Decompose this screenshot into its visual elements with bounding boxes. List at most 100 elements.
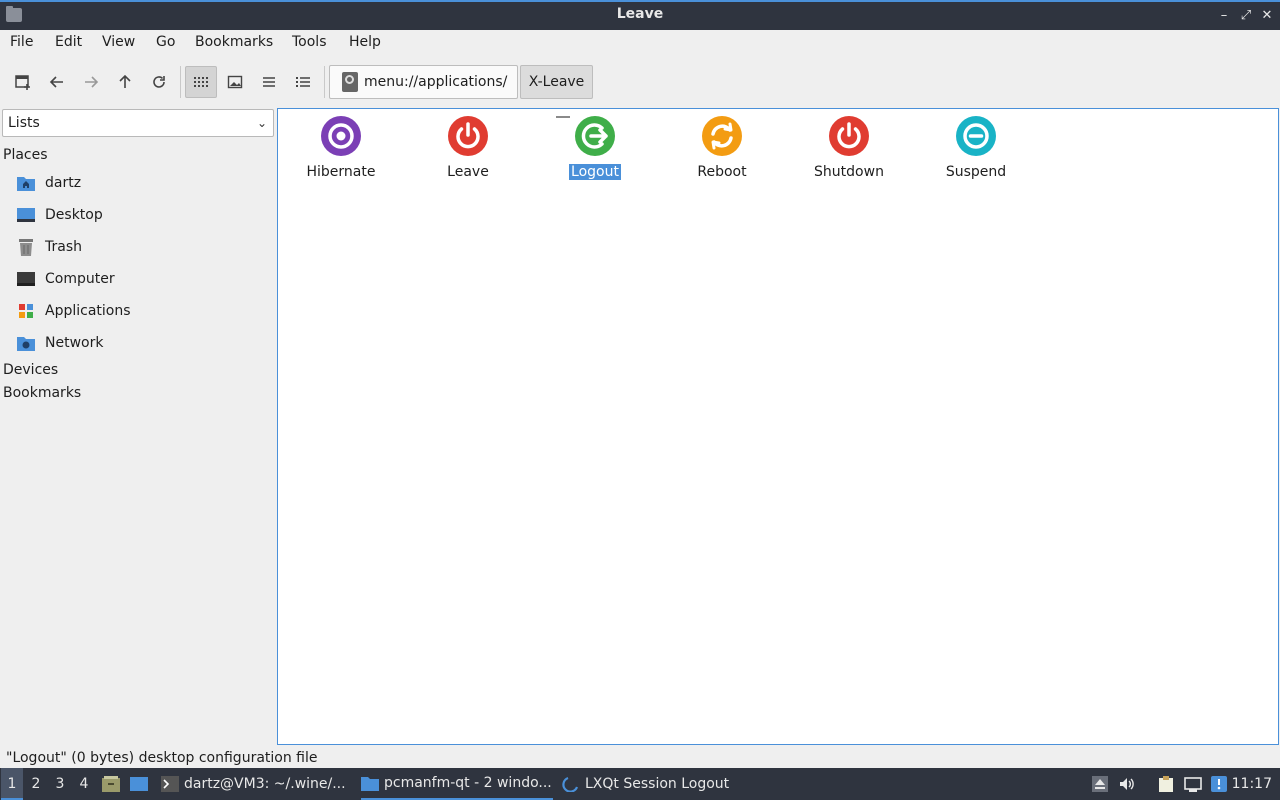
reboot-icon [702,116,742,156]
network-tray-icon[interactable] [1184,775,1202,793]
forward-button[interactable] [75,66,107,98]
chevron-down-icon: ⌄ [256,116,267,130]
desktop-switch-1[interactable]: 1 [1,768,23,800]
task-terminal[interactable]: dartz@VM3: ~/.wine/... [161,768,347,800]
clock[interactable]: 11:17 [1232,768,1272,800]
place-label: Applications [45,303,131,319]
location-icon [342,72,358,92]
place-item-dartz[interactable]: dartz [16,169,266,197]
image-icon [227,75,243,89]
file-item-leave[interactable]: Leave [413,115,523,180]
place-item-computer[interactable]: Computer [16,265,266,293]
task-label: dartz@VM3: ~/.wine/... [184,776,346,792]
back-button[interactable] [41,66,73,98]
terminal-icon [161,776,179,792]
compact-view-button[interactable] [253,66,285,98]
clipboard-icon[interactable] [1157,775,1175,793]
hibernate-icon [321,116,361,156]
maximize-button[interactable]: ⤢ [1237,7,1255,25]
computer-icon [16,269,36,289]
file-item-suspend[interactable]: Suspend [921,115,1031,180]
file-item-shutdown[interactable]: Shutdown [794,115,904,180]
eject-icon[interactable] [1091,775,1109,793]
grid-icon [194,77,208,87]
reload-button[interactable] [143,66,175,98]
suspend-icon [956,116,996,156]
desktop-switch-2[interactable]: 2 [25,768,47,800]
file-item-logout[interactable]: Logout [540,115,650,180]
folder-icon [361,777,379,791]
detailed-list-icon [296,77,310,87]
desktop-switch-3[interactable]: 3 [49,768,71,800]
status-bar: "Logout" (0 bytes) desktop configuration… [0,748,1280,768]
desktop-icon [16,205,36,225]
shutdown-icon [829,116,869,156]
place-item-network[interactable]: Network [16,329,266,357]
place-label: dartz [45,175,82,191]
home-folder-icon [16,173,36,193]
lxqt-icon [562,776,579,792]
file-label: Suspend [945,164,1007,180]
menu-view[interactable]: View [102,34,135,50]
arrow-left-icon [49,76,63,88]
applications-icon [16,301,36,321]
up-button[interactable] [109,66,141,98]
task-label: pcmanfm-qt - 2 windo... [384,775,552,791]
update-notifier-icon[interactable] [1210,775,1228,793]
file-label: Leave [447,164,489,180]
menu-edit[interactable]: Edit [55,34,82,50]
window-title: Leave [616,6,664,22]
desktop-switch-4[interactable]: 4 [73,768,95,800]
file-manager-icon [102,776,120,792]
detailed-view-button[interactable] [287,66,319,98]
close-button[interactable]: ✕ [1258,7,1276,25]
title-bar: Leave – ⤢ ✕ [0,0,1280,30]
place-item-applications[interactable]: Applications [16,297,266,325]
path-bar-location[interactable]: menu://applications/ [329,65,518,99]
side-pane-mode-select[interactable]: Lists ⌄ [2,109,274,137]
volume-icon[interactable] [1118,775,1136,793]
file-label: Reboot [697,164,747,180]
toolbar-separator [180,66,181,98]
minimize-button[interactable]: – [1215,7,1233,25]
new-tab-button[interactable] [7,66,39,98]
taskbar: 1 2 3 4 dartz@VM3: ~/.wine/... pcmanfm-q… [0,768,1280,800]
places-header[interactable]: Places [3,147,48,163]
place-label: Network [45,335,104,351]
task-label: LXQt Session Logout [585,776,730,792]
folder-view[interactable]: Hibernate Leave Logout Reboot Shutdown S… [277,108,1279,745]
place-item-trash[interactable]: Trash [16,233,266,261]
side-pane-mode-value: Lists [8,115,40,131]
place-item-desktop[interactable]: Desktop [16,201,266,229]
devices-header[interactable]: Devices [3,362,58,378]
toolbar: menu://applications/ X-Leave [0,58,1280,106]
file-item-reboot[interactable]: Reboot [667,115,777,180]
bookmarks-header[interactable]: Bookmarks [3,385,81,401]
place-label: Trash [45,239,82,255]
show-desktop-icon [130,777,148,791]
place-label: Computer [45,271,115,287]
file-label: Shutdown [814,164,884,180]
icon-view-button[interactable] [185,66,217,98]
file-item-hibernate[interactable]: Hibernate [286,115,396,180]
menu-tools[interactable]: Tools [292,34,327,50]
task-lxqt-session-logout[interactable]: LXQt Session Logout [562,768,742,800]
side-pane: Places dartz Desktop Trash Computer Appl… [0,142,276,746]
logout-icon [575,116,615,156]
file-label-selected: Logout [569,164,621,180]
task-pcmanfm-qt[interactable]: pcmanfm-qt - 2 windo... [361,768,553,800]
network-icon [16,333,36,353]
menu-bookmarks[interactable]: Bookmarks [195,34,273,50]
arrow-right-icon [85,76,99,88]
quicklaunch-file-manager[interactable] [101,768,123,800]
file-label: Hibernate [306,164,376,180]
path-crumb-x-leave[interactable]: X-Leave [520,65,593,99]
menu-help[interactable]: Help [349,34,381,50]
thumbnail-view-button[interactable] [219,66,251,98]
menu-go[interactable]: Go [156,34,175,50]
quicklaunch-show-desktop[interactable] [129,768,151,800]
new-tab-icon [15,75,30,90]
power-icon [448,116,488,156]
menu-file[interactable]: File [10,34,33,50]
path-text: menu://applications/ [364,74,508,90]
